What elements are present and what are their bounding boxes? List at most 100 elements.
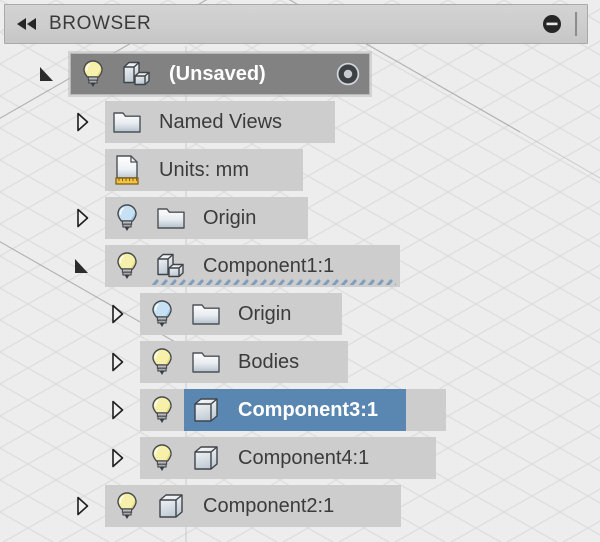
tree-item-content-origin-root[interactable]: Origin bbox=[149, 197, 284, 239]
folder-icon bbox=[149, 205, 193, 231]
tree-row: Component3:1 bbox=[0, 386, 600, 434]
in-context-edit-hatch bbox=[151, 279, 396, 285]
tree-item-label: Origin bbox=[238, 302, 292, 325]
tree-item-label: (Unsaved) bbox=[169, 62, 266, 85]
tree-item-label: Bodies bbox=[238, 350, 300, 373]
tree-item-label: Component4:1 bbox=[238, 446, 370, 469]
body-cube-icon bbox=[184, 396, 228, 424]
tree-item-content-component3[interactable]: Component3:1 bbox=[184, 389, 406, 431]
visibility-toggle-origin-root[interactable] bbox=[105, 203, 149, 233]
visibility-toggle-component4[interactable] bbox=[140, 443, 184, 473]
visibility-toggle-component2[interactable] bbox=[105, 491, 149, 521]
disclosure-collapsed-icon bbox=[77, 496, 89, 516]
body-cube-icon bbox=[149, 492, 193, 520]
disclosure-collapsed-icon bbox=[112, 304, 124, 324]
tree-row: (Unsaved) bbox=[0, 50, 600, 98]
lightbulb-on-icon bbox=[83, 60, 103, 87]
body-cube-icon bbox=[159, 494, 183, 518]
tree-item-units[interactable]: Units: mm bbox=[105, 149, 303, 191]
grip-line bbox=[574, 12, 578, 36]
visibility-toggle-origin-c1[interactable] bbox=[140, 299, 184, 329]
tree-item-content-component4[interactable]: Component4:1 bbox=[184, 437, 397, 479]
tree-item-label: Component3:1 bbox=[238, 398, 378, 421]
assembly-icon bbox=[115, 59, 159, 89]
document-units-icon bbox=[115, 155, 139, 185]
tree-row: Component2:1 bbox=[0, 482, 600, 530]
disclosure-collapsed-icon bbox=[77, 112, 89, 132]
double-left-arrow-icon bbox=[17, 18, 36, 30]
page-title: BROWSER bbox=[49, 13, 152, 34]
lightbulb-on-icon bbox=[152, 348, 172, 375]
collapse-panel-button[interactable] bbox=[5, 16, 49, 32]
tree-item-label: Origin bbox=[203, 206, 257, 229]
disclosure-collapsed-icon bbox=[112, 400, 124, 420]
folder-icon bbox=[113, 112, 141, 133]
tree-item-label: Named Views bbox=[159, 110, 283, 133]
tree-item-label: Component2:1 bbox=[203, 494, 335, 517]
browser-panel-header: BROWSER bbox=[4, 4, 588, 44]
minimize-circle-icon bbox=[543, 15, 561, 33]
body-cube-icon bbox=[194, 398, 218, 422]
panel-resize-grip[interactable] bbox=[569, 11, 583, 37]
disclosure-toggle-named-views[interactable] bbox=[69, 98, 95, 146]
visibility-toggle-component1[interactable] bbox=[105, 251, 149, 281]
disclosure-toggle-component2[interactable] bbox=[69, 482, 95, 530]
tree-item-content-component2[interactable]: Component2:1 bbox=[149, 485, 362, 527]
minimize-panel-button[interactable] bbox=[537, 9, 567, 39]
folder-icon bbox=[192, 352, 220, 373]
tree-item-content-bodies-c1[interactable]: Bodies bbox=[184, 341, 327, 383]
browser-tree: (Unsaved) Named Views Units: mm Origin Compo… bbox=[0, 50, 600, 530]
tree-item-component4[interactable]: Component4:1 bbox=[140, 437, 436, 479]
disclosure-collapsed-icon bbox=[77, 208, 89, 228]
visibility-toggle-component3[interactable] bbox=[140, 395, 184, 425]
disclosure-expanded-icon bbox=[40, 67, 53, 81]
folder-icon bbox=[157, 208, 185, 229]
in-context-edit-indicator bbox=[151, 276, 396, 285]
tree-row: Component4:1 bbox=[0, 434, 600, 482]
folder-icon bbox=[184, 349, 228, 375]
tree-item-label: Component1:1 bbox=[203, 254, 335, 277]
lightbulb-on-icon bbox=[117, 492, 137, 519]
disclosure-expanded-icon bbox=[75, 259, 88, 273]
tree-item-origin-root[interactable]: Origin bbox=[105, 197, 308, 239]
disclosure-toggle-component1[interactable] bbox=[69, 242, 95, 290]
tree-item-label: Units: mm bbox=[159, 158, 249, 181]
lightbulb-on-icon bbox=[152, 396, 172, 423]
disclosure-toggle-component3[interactable] bbox=[104, 386, 130, 434]
disclosure-toggle-origin-root[interactable] bbox=[69, 194, 95, 242]
lightbulb-on-icon bbox=[117, 252, 137, 279]
assembly-icon bbox=[123, 61, 150, 86]
disclosure-collapsed-icon bbox=[112, 352, 124, 372]
tree-row: Named Views bbox=[0, 98, 600, 146]
activate-component-radio-icon bbox=[335, 61, 361, 87]
activate-component-button[interactable] bbox=[331, 57, 365, 91]
tree-item-component1[interactable]: Component1:1 bbox=[105, 245, 400, 287]
folder-icon bbox=[184, 301, 228, 327]
tree-row: Origin bbox=[0, 290, 600, 338]
visibility-toggle-root-unsaved[interactable] bbox=[71, 59, 115, 89]
lightbulb-on-icon bbox=[152, 444, 172, 471]
tree-item-named-views[interactable]: Named Views bbox=[105, 101, 335, 143]
disclosure-toggle-root-unsaved[interactable] bbox=[34, 50, 60, 98]
tree-row: Units: mm bbox=[0, 146, 600, 194]
disclosure-toggle-component4[interactable] bbox=[104, 434, 130, 482]
tree-item-component2[interactable]: Component2:1 bbox=[105, 485, 401, 527]
tree-item-root-unsaved[interactable]: (Unsaved) bbox=[70, 53, 370, 95]
tree-item-origin-c1[interactable]: Origin bbox=[140, 293, 342, 335]
lightbulb-off-icon bbox=[152, 300, 172, 327]
tree-item-content-root-unsaved[interactable]: (Unsaved) bbox=[115, 53, 294, 95]
disclosure-toggle-origin-c1[interactable] bbox=[104, 290, 130, 338]
disclosure-toggle-bodies-c1[interactable] bbox=[104, 338, 130, 386]
lightbulb-off-icon bbox=[117, 204, 137, 231]
tree-item-content-named-views[interactable]: Named Views bbox=[105, 101, 310, 143]
disclosure-collapsed-icon bbox=[112, 448, 124, 468]
tree-row: Component1:1 bbox=[0, 242, 600, 290]
folder-icon bbox=[192, 304, 220, 325]
tree-item-content-origin-c1[interactable]: Origin bbox=[184, 293, 319, 335]
tree-row: Origin bbox=[0, 194, 600, 242]
tree-item-content-units[interactable]: Units: mm bbox=[105, 149, 277, 191]
visibility-toggle-bodies-c1[interactable] bbox=[140, 347, 184, 377]
tree-item-bodies-c1[interactable]: Bodies bbox=[140, 341, 348, 383]
tree-item-component3[interactable]: Component3:1 bbox=[140, 389, 446, 431]
folder-icon bbox=[105, 109, 149, 135]
